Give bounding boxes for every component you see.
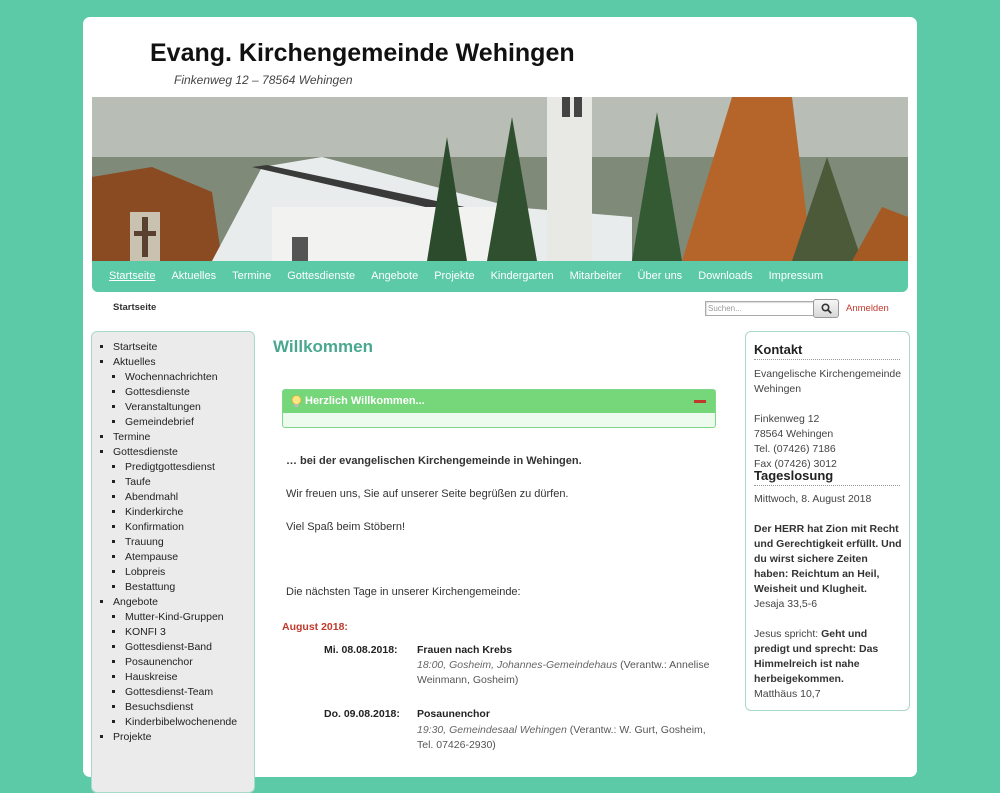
menu-subitem[interactable]: Hauskreise (125, 670, 254, 685)
jesus-prefix: Jesus spricht: (754, 628, 822, 640)
site-title[interactable]: Evang. Kirchengemeinde Wehingen (150, 39, 575, 68)
menu-subitem[interactable]: Lobpreis (125, 565, 254, 580)
menu-item-aktuelles[interactable]: Aktuelles Wochennachrichten Gottesdienst… (113, 355, 254, 430)
menu-subitem[interactable]: Mutter-Kind-Gruppen (125, 610, 254, 625)
menu-item-termine[interactable]: Termine (113, 430, 254, 445)
menu-item-projekte[interactable]: Projekte (113, 730, 254, 745)
event-detail: 19:30, Gemeindesaal Wehingen (Verantw.: … (417, 723, 717, 753)
menu-item-startseite[interactable]: Startseite (113, 340, 254, 355)
losung-verse: Der HERR hat Zion mit Recht und Gerechti… (754, 523, 902, 595)
collapse-icon[interactable] (694, 400, 706, 403)
contact-line: 78564 Wehingen (754, 428, 834, 440)
nav-item-projekte[interactable]: Projekte (426, 261, 482, 292)
month-heading: August 2018: (282, 621, 348, 633)
nav-item-startseite[interactable]: Startseite (101, 261, 163, 292)
intro-text: … bei der evangelischen Kirchengemeinde … (286, 455, 582, 467)
site-description: Finkenweg 12 – 78564 Wehingen (174, 73, 353, 87)
losung-verse-reference: Jesaja 33,5-6 (754, 598, 818, 610)
nav-item-mitarbeiter[interactable]: Mitarbeiter (562, 261, 630, 292)
welcome-panel: Herzlich Willkommen... (282, 389, 716, 428)
menu-subitem[interactable]: Wochennachrichten (125, 370, 254, 385)
event-title: Frauen nach Krebs (417, 644, 513, 656)
nav-item-termine[interactable]: Termine (224, 261, 279, 292)
menu-item-label[interactable]: Aktuelles (113, 356, 156, 368)
menu-subitem[interactable]: Besuchsdienst (125, 700, 254, 715)
welcome-panel-title: Herzlich Willkommen... (305, 395, 425, 407)
menu-subitem[interactable]: Kinderkirche (125, 505, 254, 520)
nav-item-downloads[interactable]: Downloads (690, 261, 760, 292)
nav-item-angebote[interactable]: Angebote (363, 261, 426, 292)
search-icon (820, 303, 832, 314)
event-date: Do. 09.08.2018: (324, 708, 400, 720)
main-content: Willkommen Herzlich Willkommen... … bei … (273, 337, 723, 751)
header-image (92, 97, 908, 261)
contact-line: Evangelische Kirchengemeinde Wehingen (754, 368, 902, 395)
next-days-text: Die nächsten Tage in unserer Kirchengeme… (286, 586, 521, 598)
contact-line: Tel. (07426) 7186 (754, 443, 836, 455)
left-sidebar-menu: Startseite Aktuelles Wochennachrichten G… (91, 331, 255, 793)
menu-subitem[interactable]: Trauung (125, 535, 254, 550)
breadcrumb: Startseite (113, 302, 157, 313)
jesus-quote-block: Jesus spricht: Geht und predigt und spre… (754, 627, 904, 687)
nav-item-impressum[interactable]: Impressum (761, 261, 831, 292)
contact-title: Kontakt (754, 342, 900, 360)
lightbulb-icon (291, 394, 302, 407)
page-title: Willkommen (273, 337, 373, 356)
menu-subitem[interactable]: Gottesdienst-Band (125, 640, 254, 655)
page-container: Evang. Kirchengemeinde Wehingen Finkenwe… (83, 17, 917, 793)
nav-item-gottesdienste[interactable]: Gottesdienste (279, 261, 363, 292)
menu-item-angebote[interactable]: Angebote Mutter-Kind-Gruppen KONFI 3 Got… (113, 595, 254, 730)
menu-subitem[interactable]: Veranstaltungen (125, 400, 254, 415)
login-link[interactable]: Anmelden (846, 303, 889, 314)
menu-subitem[interactable]: Predigtgottesdienst (125, 460, 254, 475)
greeting-text: Wir freuen uns, Sie auf unserer Seite be… (286, 488, 569, 500)
event-title: Posaunenchor (417, 708, 490, 720)
fun-text: Viel Spaß beim Stöbern! (286, 521, 406, 533)
event-time-place: 19:30, Gemeindesaal Wehingen (417, 724, 567, 736)
contact-line: Finkenweg 12 (754, 413, 820, 425)
menu-subitem[interactable]: Taufe (125, 475, 254, 490)
menu-subitem[interactable]: KONFI 3 (125, 625, 254, 640)
menu-item-gottesdienste[interactable]: Gottesdienste Predigtgottesdienst Taufe … (113, 445, 254, 595)
search-button[interactable] (813, 299, 839, 318)
menu-item-label[interactable]: Gottesdienste (113, 446, 178, 458)
jesus-quote-reference: Matthäus 10,7 (754, 688, 821, 700)
main-navigation: Startseite Aktuelles Termine Gottesdiens… (92, 261, 908, 292)
menu-item-label[interactable]: Angebote (113, 596, 158, 608)
nav-item-ueber-uns[interactable]: Über uns (630, 261, 691, 292)
menu-subitem[interactable]: Kinderbibelwochenende (125, 715, 254, 730)
event-detail: 18:00, Gosheim, Johannes-Gemeindehaus (V… (417, 658, 717, 688)
nav-item-kindergarten[interactable]: Kindergarten (483, 261, 562, 292)
event-date: Mi. 08.08.2018: (324, 644, 398, 656)
right-sidebar: Kontakt Evangelische Kirchengemeinde Weh… (745, 331, 910, 711)
menu-subitem[interactable]: Posaunenchor (125, 655, 254, 670)
menu-subitem[interactable]: Atempause (125, 550, 254, 565)
nav-item-aktuelles[interactable]: Aktuelles (163, 261, 224, 292)
event-time-place: 18:00, Gosheim, Johannes-Gemeindehaus (417, 659, 618, 671)
menu-subitem[interactable]: Abendmahl (125, 490, 254, 505)
welcome-panel-header[interactable]: Herzlich Willkommen... (283, 390, 715, 413)
menu-subitem[interactable]: Gottesdienst-Team (125, 685, 254, 700)
menu-subitem[interactable]: Gemeindebrief (125, 415, 254, 430)
tageslosung-title: Tageslosung (754, 468, 900, 486)
search-input[interactable]: Suchen... (705, 301, 814, 316)
menu-subitem[interactable]: Bestattung (125, 580, 254, 595)
menu-subitem[interactable]: Konfirmation (125, 520, 254, 535)
menu-subitem[interactable]: Gottesdienste (125, 385, 254, 400)
losung-date: Mittwoch, 8. August 2018 (754, 493, 872, 505)
